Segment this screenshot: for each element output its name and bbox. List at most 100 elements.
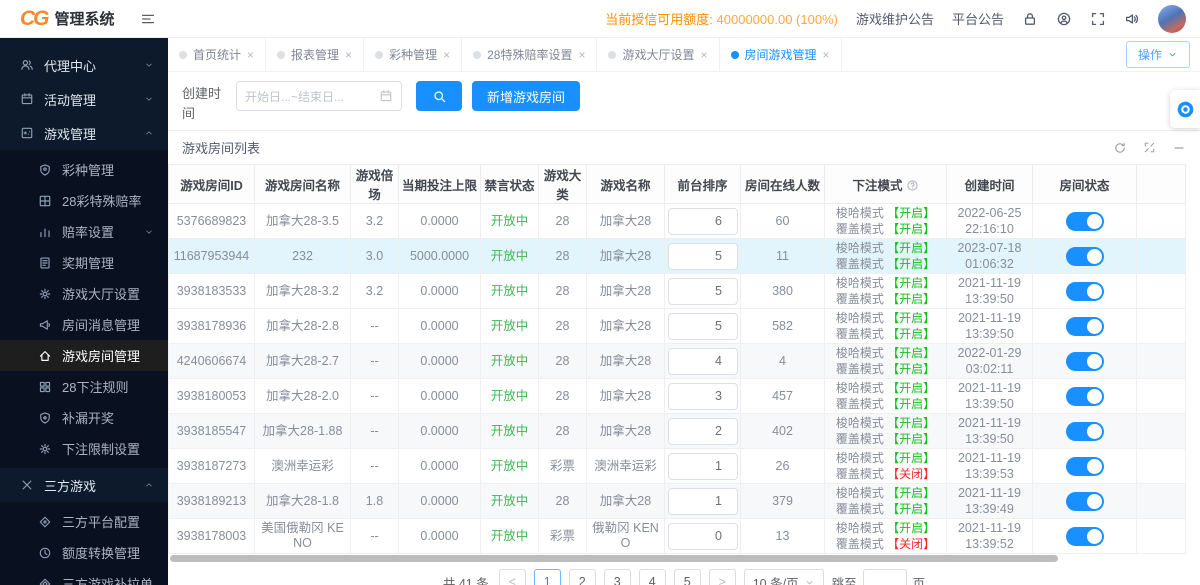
room-status-toggle[interactable] [1066, 317, 1104, 336]
search-button[interactable] [416, 81, 462, 111]
page-button-2[interactable]: 2 [569, 569, 596, 585]
room-status-toggle[interactable] [1066, 422, 1104, 441]
sort-order-input[interactable] [668, 453, 738, 480]
room-status-toggle[interactable] [1066, 492, 1104, 511]
cell-empty [1137, 414, 1186, 449]
sort-order-input[interactable] [668, 313, 738, 340]
column-header-11: 房间状态 [1033, 165, 1137, 204]
cell-bet-mode: 梭哈模式 【开启】覆盖模式 【开启】 [825, 274, 947, 309]
sound-icon[interactable] [1124, 11, 1140, 27]
sidebar-item-11[interactable]: 补漏开奖 [0, 402, 168, 433]
sidebar-item-5[interactable]: 赔率设置 [0, 216, 168, 247]
page-buttons: 12345 [534, 569, 701, 585]
tab-close-icon[interactable]: × [443, 48, 450, 62]
tab-close-icon[interactable]: × [247, 48, 254, 62]
tab-close-icon[interactable]: × [700, 48, 707, 62]
room-status-toggle[interactable] [1066, 247, 1104, 266]
sort-order-input[interactable] [668, 278, 738, 305]
page-button-4[interactable]: 4 [639, 569, 666, 585]
sidebar-item-10[interactable]: 28下注规则 [0, 371, 168, 402]
support-icon[interactable] [1056, 11, 1072, 27]
tab-2[interactable]: 彩种管理× [364, 38, 462, 71]
sidebar-item-0[interactable]: 代理中心 [0, 48, 168, 82]
tab-1[interactable]: 报表管理× [266, 38, 364, 71]
sort-order-input[interactable] [668, 383, 738, 410]
search-icon [432, 89, 447, 104]
prev-page-button[interactable]: < [499, 569, 526, 585]
cell-bet-mode: 梭哈模式 【开启】覆盖模式 【开启】 [825, 484, 947, 519]
room-status-toggle[interactable] [1066, 457, 1104, 476]
sort-order-input[interactable] [668, 243, 738, 270]
sidebar-item-8[interactable]: 房间消息管理 [0, 309, 168, 340]
room-status-toggle[interactable] [1066, 387, 1104, 406]
sidebar-item-9[interactable]: 游戏房间管理 [0, 340, 168, 371]
grid-window-icon [38, 194, 52, 208]
maintenance-notice-link[interactable]: 游戏维护公告 [856, 9, 934, 28]
sort-order-input[interactable] [668, 208, 738, 235]
sort-order-input[interactable] [668, 348, 738, 375]
room-status-toggle[interactable] [1066, 282, 1104, 301]
settings-gear-button[interactable] [1170, 90, 1200, 128]
question-circle-icon[interactable] [906, 179, 919, 192]
avatar[interactable] [1158, 5, 1186, 33]
date-range-input[interactable]: 开始日...~结束日... [236, 81, 402, 111]
sidebar-item-4[interactable]: 28彩特殊赔率 [0, 185, 168, 216]
refresh-icon[interactable] [1113, 141, 1127, 155]
cell-category: 28 [539, 274, 587, 309]
room-status-toggle[interactable] [1066, 527, 1104, 546]
tab-bar: 首页统计×报表管理×彩种管理×28特殊赔率设置×游戏大厅设置×房间游戏管理× 操… [168, 38, 1200, 72]
column-header-5: 游戏大类 [539, 165, 587, 204]
sort-order-input[interactable] [668, 523, 738, 550]
tab-3[interactable]: 28特殊赔率设置× [462, 38, 597, 71]
cell-room-name: 加拿大28-2.8 [255, 309, 351, 344]
tab-close-icon[interactable]: × [823, 48, 830, 62]
sidebar-item-13[interactable]: 三方游戏 [0, 468, 168, 502]
room-status-toggle[interactable] [1066, 212, 1104, 231]
sidebar-collapse-icon[interactable] [140, 11, 156, 27]
credit-label: 当前授信可用额度: [605, 12, 713, 27]
operation-button[interactable]: 操作 [1126, 41, 1190, 68]
shield-marker-icon [38, 163, 52, 177]
cell-multiplier: 1.8 [351, 484, 399, 519]
room-status-toggle[interactable] [1066, 352, 1104, 371]
app-title: 管理系统 [55, 8, 115, 29]
page-size-value: 10 条/页 [753, 573, 799, 585]
fullscreen-icon[interactable] [1090, 11, 1106, 27]
jump-page-input[interactable] [863, 569, 907, 585]
page-button-5[interactable]: 5 [674, 569, 701, 585]
cell-room-id: 3938185547 [169, 414, 255, 449]
tab-close-icon[interactable]: × [345, 48, 352, 62]
sidebar-item-12[interactable]: 下注限制设置 [0, 433, 168, 468]
add-game-room-button[interactable]: 新增游戏房间 [472, 81, 580, 111]
platform-notice-link[interactable]: 平台公告 [952, 9, 1004, 28]
sidebar-item-16[interactable]: 三方游戏补拉单 [0, 568, 168, 585]
sidebar-item-1[interactable]: 活动管理 [0, 82, 168, 116]
sidebar-item-15[interactable]: 额度转换管理 [0, 537, 168, 568]
page-button-1[interactable]: 1 [534, 569, 561, 585]
cell-multiplier: 3.2 [351, 274, 399, 309]
sort-order-input[interactable] [668, 418, 738, 445]
tab-close-icon[interactable]: × [578, 48, 585, 62]
tab-5[interactable]: 房间游戏管理× [720, 38, 842, 71]
cross-icon [20, 478, 34, 492]
sidebar-item-3[interactable]: 彩种管理 [0, 150, 168, 185]
minimize-icon[interactable] [1172, 141, 1186, 155]
filter-bar: 创建时间 开始日...~结束日... 新增游戏房间 [168, 72, 1200, 130]
sort-order-input[interactable] [668, 488, 738, 515]
cell-bet-mode: 梭哈模式 【开启】覆盖模式 【开启】 [825, 379, 947, 414]
scrollbar-thumb[interactable] [170, 555, 1058, 562]
page-button-3[interactable]: 3 [604, 569, 631, 585]
next-page-button[interactable]: > [709, 569, 736, 585]
sidebar-item-7[interactable]: 游戏大厅设置 [0, 278, 168, 309]
sidebar-item-2[interactable]: 游戏管理 [0, 116, 168, 150]
tab-dot [375, 51, 383, 59]
page-size-select[interactable]: 10 条/页 [744, 569, 824, 585]
expand-icon[interactable] [1143, 141, 1156, 154]
sidebar-item-14[interactable]: 三方平台配置 [0, 502, 168, 537]
lock-icon[interactable] [1022, 11, 1038, 27]
column-header-empty [1137, 165, 1186, 204]
sidebar-item-6[interactable]: 奖期管理 [0, 247, 168, 278]
tab-0[interactable]: 首页统计× [168, 38, 266, 71]
tab-4[interactable]: 游戏大厅设置× [597, 38, 719, 71]
horizontal-scrollbar[interactable] [168, 554, 1200, 563]
